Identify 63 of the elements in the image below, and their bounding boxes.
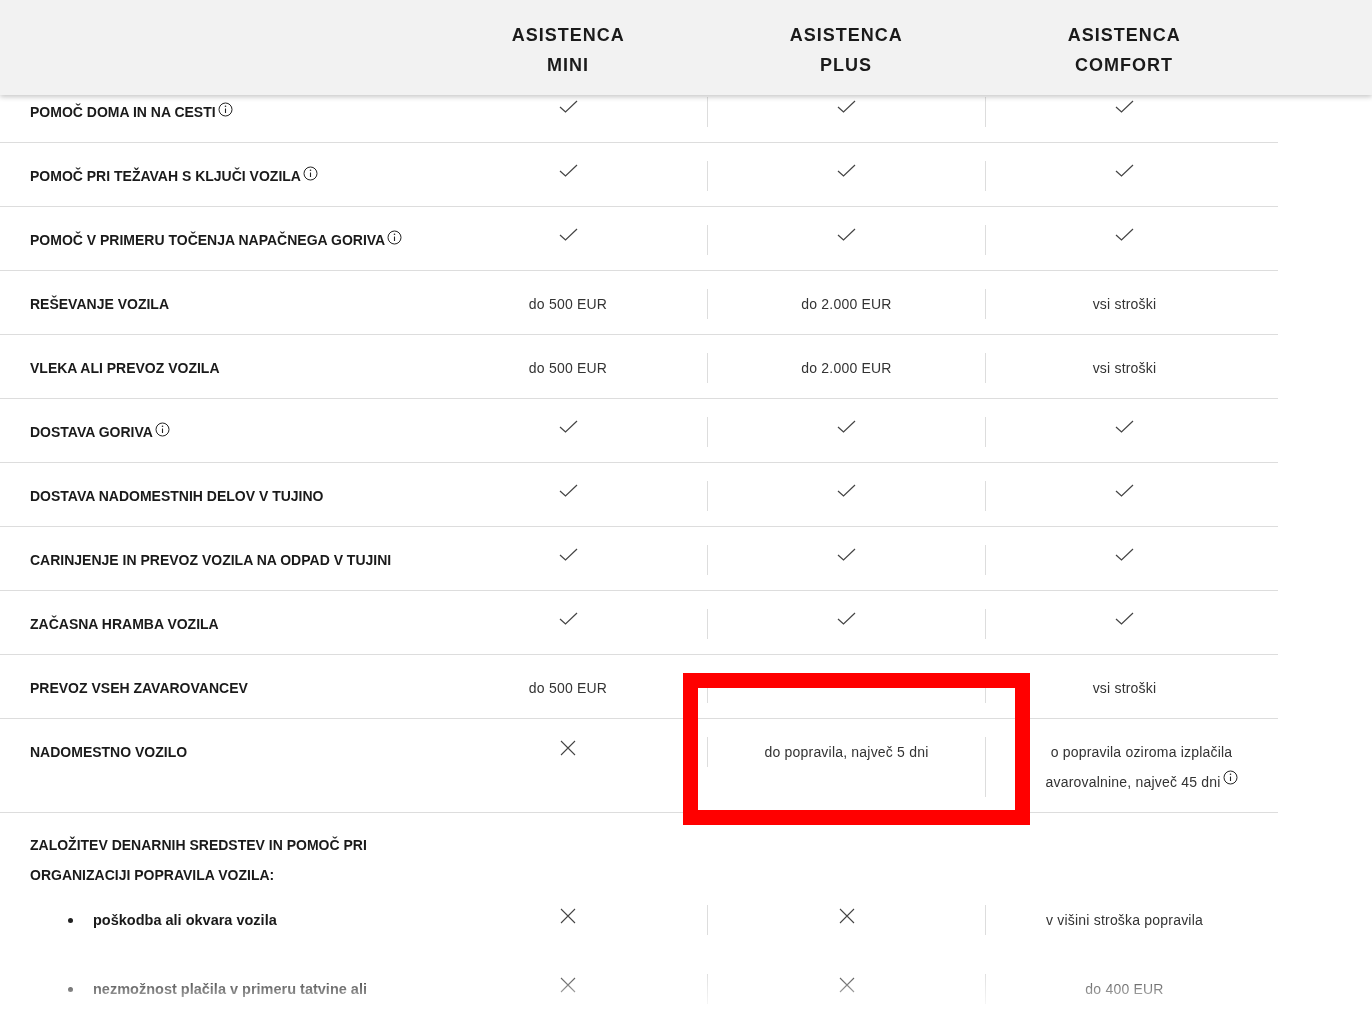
feature-label: REŠEVANJE VOZILA [30, 294, 169, 314]
info-icon[interactable] [217, 102, 233, 117]
check-icon [558, 612, 578, 625]
feature-label: DOSTAVA NADOMESTNIH DELOV V TUJINO [30, 487, 324, 506]
check-icon [558, 164, 578, 177]
column-heading: ASISTENCA MINI [511, 24, 625, 77]
feature-label: NADOMESTNO VOZILO [30, 743, 188, 762]
section-heading: ZALOŽITEV DENARNIH SREDSTEV IN POMOČ PRI ORGANIZACIJI POPRAVILA VOZILA: [30, 835, 368, 885]
info-icon[interactable] [387, 230, 403, 245]
feature-label: POMOČ DOMA IN NA CESTI [30, 102, 216, 122]
check-icon [558, 100, 578, 113]
bullet-icon [68, 986, 73, 992]
cell-value: vsi stroški [1092, 359, 1157, 378]
check-icon [837, 484, 856, 497]
check-icon [837, 420, 856, 433]
check-icon [558, 548, 578, 561]
check-icon [558, 228, 578, 241]
check-icon [837, 612, 856, 625]
info-icon[interactable] [1222, 770, 1238, 785]
cell-value: vsi stroški [1092, 679, 1157, 698]
cell-value: avarovalnine, največ 45 dni [1045, 773, 1221, 792]
check-icon [837, 164, 856, 177]
cross-icon [560, 977, 576, 993]
feature-label: POMOČ PRI TEŽAVAH S KLJUČI VOZILA [30, 166, 301, 186]
feature-label: PREVOZ VSEH ZAVAROVANCEV [30, 679, 248, 698]
feature-label: VLEKA ALI PREVOZ VOZILA [30, 359, 220, 378]
check-icon [837, 228, 856, 241]
bullet-icon [68, 917, 73, 923]
column-heading: ASISTENCA PLUS [789, 24, 903, 77]
check-icon [1115, 612, 1134, 625]
check-icon [1115, 484, 1134, 497]
check-icon [558, 420, 578, 433]
cross-icon [838, 908, 855, 924]
cross-icon [838, 977, 855, 993]
check-icon [1115, 164, 1134, 177]
cell-value: v višini stroška popravila [1046, 911, 1203, 930]
info-icon[interactable] [154, 422, 170, 437]
feature-label: nezmožnost plačila v primeru tatvine ali [93, 980, 367, 999]
cell-value: do 500 EUR [528, 359, 608, 378]
cell-value: vsi stroški [1092, 295, 1157, 314]
feature-label: CARINJENJE IN PREVOZ VOZILA NA ODPAD V TUJINI [30, 551, 392, 570]
check-icon [1115, 420, 1134, 433]
cell-value: do 400 EUR [1085, 980, 1164, 999]
feature-label: ZAČASNA HRAMBA VOZILA [30, 614, 219, 634]
check-icon [837, 548, 856, 561]
feature-label: DOSTAVA GORIVA [30, 423, 153, 442]
cell-value: do 2.000 EUR [801, 295, 892, 314]
check-icon [1115, 228, 1134, 241]
feature-label: poškodba ali okvara vozila [93, 911, 277, 930]
cell-value: do popravila, največ 5 dni [764, 743, 929, 762]
info-icon[interactable] [302, 166, 318, 181]
cell-value: do 2.000 EUR [801, 359, 892, 378]
cell-value: do 500 EUR [528, 295, 608, 314]
cell-value: do 500 EUR [528, 679, 608, 698]
cross-icon [560, 740, 576, 756]
check-icon [837, 100, 856, 113]
check-icon [1115, 100, 1134, 113]
column-heading: ASISTENCA COMFORT [1067, 24, 1181, 77]
cross-icon [560, 908, 576, 924]
check-icon [1115, 548, 1134, 561]
check-icon [558, 484, 578, 497]
cell-value: o popravila oziroma izplačila [1050, 743, 1233, 762]
feature-label: POMOČ V PRIMERU TOČENJA NAPAČNEGA GORIVA [30, 230, 386, 250]
